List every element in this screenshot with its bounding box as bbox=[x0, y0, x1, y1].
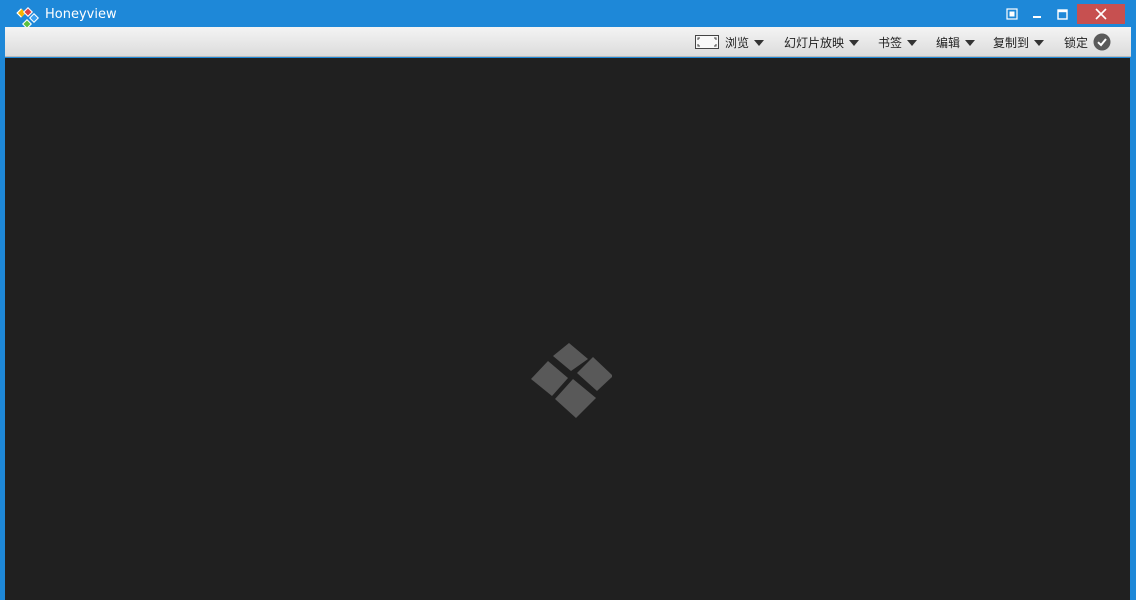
honeyview-logo-icon bbox=[12, 5, 42, 29]
fit-window-button[interactable] bbox=[1003, 4, 1021, 24]
copy-to-menu[interactable]: 复制到 bbox=[993, 27, 1045, 57]
lock-toggle[interactable]: 锁定 bbox=[1064, 27, 1111, 57]
edit-label: 编辑 bbox=[936, 35, 961, 50]
browse-menu[interactable]: 浏览 bbox=[695, 27, 765, 57]
maximize-button[interactable] bbox=[1052, 4, 1072, 24]
honeyview-placeholder-icon bbox=[531, 343, 612, 418]
toolbar: 浏览 幻灯片放映 书签 编辑 复制到 锁定 bbox=[5, 27, 1131, 57]
bookmark-label: 书签 bbox=[878, 35, 903, 50]
window-title: Honeyview bbox=[45, 7, 117, 22]
chevron-down-icon bbox=[849, 39, 860, 46]
chevron-down-icon bbox=[907, 39, 918, 46]
minimize-icon bbox=[1033, 16, 1041, 18]
image-viewer-area[interactable] bbox=[5, 58, 1130, 600]
bookmark-menu[interactable]: 书签 bbox=[878, 27, 918, 57]
fit-window-icon bbox=[1006, 8, 1018, 20]
copy-to-label: 复制到 bbox=[993, 35, 1030, 50]
chevron-down-icon bbox=[754, 39, 765, 46]
chevron-down-icon bbox=[965, 39, 976, 46]
minimize-button[interactable] bbox=[1027, 4, 1047, 24]
slideshow-label: 幻灯片放映 bbox=[784, 35, 845, 50]
close-icon bbox=[1095, 8, 1107, 20]
slideshow-menu[interactable]: 幻灯片放映 bbox=[784, 27, 860, 57]
chevron-down-icon bbox=[1034, 39, 1045, 46]
lock-label: 锁定 bbox=[1064, 35, 1089, 50]
edit-menu[interactable]: 编辑 bbox=[936, 27, 976, 57]
check-circle-icon bbox=[1093, 33, 1111, 51]
maximize-icon bbox=[1056, 8, 1068, 20]
browse-frame-icon bbox=[695, 35, 719, 49]
close-button[interactable] bbox=[1077, 4, 1125, 24]
browse-label: 浏览 bbox=[725, 35, 750, 50]
honeyview-window: Honeyview 浏览 幻灯片放映 书签 编辑 复制到 锁定 bbox=[0, 0, 1136, 600]
title-bar[interactable]: Honeyview bbox=[0, 0, 1136, 29]
